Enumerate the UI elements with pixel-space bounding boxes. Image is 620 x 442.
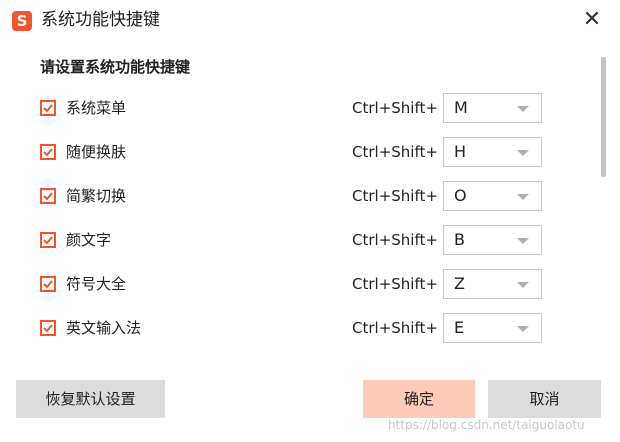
shortcut-label: 系统菜单: [66, 99, 127, 117]
checkmark-icon: [43, 236, 53, 245]
scrollbar[interactable]: [601, 57, 606, 177]
shortcut-row: 颜文字 Ctrl+Shift+ B: [0, 225, 600, 257]
enable-checkbox[interactable]: [40, 144, 56, 160]
shortcut-row: 简繁切换 Ctrl+Shift+ O: [0, 181, 600, 213]
shortcut-row: 随便换肤 Ctrl+Shift+ H: [0, 137, 600, 169]
modifier-label: Ctrl+Shift+: [352, 319, 438, 337]
modifier-label: Ctrl+Shift+: [352, 275, 438, 293]
key-value: H: [454, 142, 467, 161]
cancel-button[interactable]: 取消: [488, 380, 601, 418]
title-bar: S 系统功能快捷键 ✕: [0, 0, 620, 40]
key-dropdown[interactable]: M: [443, 93, 542, 123]
modifier-label: Ctrl+Shift+: [352, 187, 438, 205]
shortcut-label: 颜文字: [66, 231, 112, 249]
checkmark-icon: [43, 148, 53, 157]
restore-defaults-button[interactable]: 恢复默认设置: [16, 380, 165, 418]
enable-checkbox[interactable]: [40, 188, 56, 204]
chevron-down-icon: [517, 150, 529, 156]
checkmark-icon: [43, 324, 53, 333]
enable-checkbox[interactable]: [40, 276, 56, 292]
enable-checkbox[interactable]: [40, 100, 56, 116]
key-value: O: [454, 186, 467, 205]
shortcut-row: 英文输入法 Ctrl+Shift+ E: [0, 313, 600, 345]
shortcut-label: 随便换肤: [66, 143, 127, 161]
key-dropdown[interactable]: Z: [443, 269, 542, 299]
key-value: Z: [454, 274, 465, 293]
shortcut-label: 英文输入法: [66, 319, 142, 337]
key-dropdown[interactable]: H: [443, 137, 542, 167]
chevron-down-icon: [517, 326, 529, 332]
section-title: 请设置系统功能快捷键: [40, 58, 191, 76]
key-dropdown[interactable]: O: [443, 181, 542, 211]
modifier-label: Ctrl+Shift+: [352, 231, 438, 249]
shortcut-label: 简繁切换: [66, 187, 127, 205]
enable-checkbox[interactable]: [40, 232, 56, 248]
window-title: 系统功能快捷键: [41, 10, 160, 30]
chevron-down-icon: [517, 282, 529, 288]
key-value: M: [454, 98, 468, 117]
checkmark-icon: [43, 280, 53, 289]
enable-checkbox[interactable]: [40, 320, 56, 336]
key-dropdown[interactable]: B: [443, 225, 542, 255]
sogou-logo-icon: S: [12, 11, 32, 31]
key-dropdown[interactable]: E: [443, 313, 542, 343]
watermark: https://blog.csdn.net/taiguolaotu: [388, 418, 585, 432]
chevron-down-icon: [517, 106, 529, 112]
key-value: E: [454, 318, 465, 337]
checkmark-icon: [43, 192, 53, 201]
modifier-label: Ctrl+Shift+: [352, 99, 438, 117]
shortcut-label: 符号大全: [66, 275, 127, 293]
chevron-down-icon: [517, 194, 529, 200]
close-button[interactable]: ✕: [578, 6, 606, 34]
ok-button[interactable]: 确定: [363, 380, 475, 418]
shortcut-row: 系统菜单 Ctrl+Shift+ M: [0, 93, 600, 125]
key-value: B: [454, 230, 465, 249]
chevron-down-icon: [517, 238, 529, 244]
checkmark-icon: [43, 104, 53, 113]
modifier-label: Ctrl+Shift+: [352, 143, 438, 161]
shortcut-row: 符号大全 Ctrl+Shift+ Z: [0, 269, 600, 301]
